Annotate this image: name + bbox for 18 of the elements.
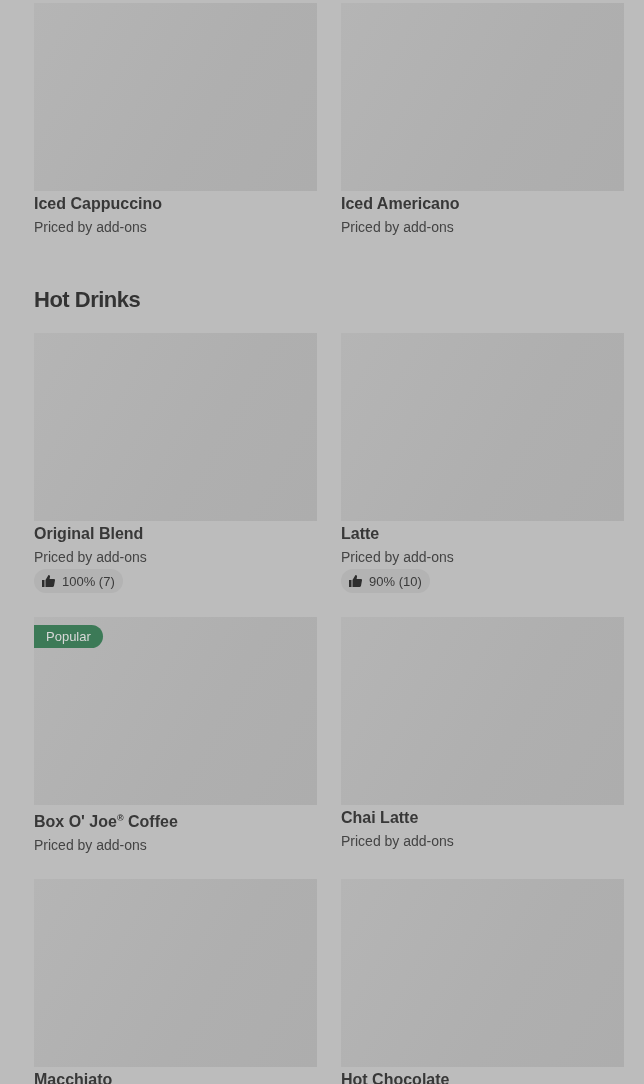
- item-price: Priced by add-ons: [34, 548, 148, 567]
- item-price: Priced by add-ons: [34, 836, 148, 856]
- item-price: Priced by add-ons: [341, 218, 455, 237]
- item-price: Priced by add-ons: [341, 832, 455, 851]
- item-name[interactable]: Iced Cappuccino: [34, 193, 317, 215]
- item-name[interactable]: Latte: [341, 523, 624, 545]
- item-name[interactable]: Box O' Joe$^{®}$ Coffee: [34, 807, 317, 834]
- popular-badge: Popular: [34, 625, 103, 648]
- thumbs-up-icon: [42, 575, 55, 587]
- item-name[interactable]: Iced Americano: [341, 193, 624, 215]
- item-name[interactable]: Original Blend: [34, 523, 317, 545]
- item-price: Priced by add-ons: [34, 218, 148, 237]
- rating-pill: 90% (10): [341, 569, 430, 593]
- rating-pill: 100% (7): [34, 569, 123, 593]
- thumbs-up-icon: [349, 575, 362, 587]
- item-name[interactable]: Chai Latte: [341, 807, 624, 829]
- section-heading: Hot Drinks: [34, 286, 142, 314]
- item-price: Priced by add-ons: [341, 548, 455, 567]
